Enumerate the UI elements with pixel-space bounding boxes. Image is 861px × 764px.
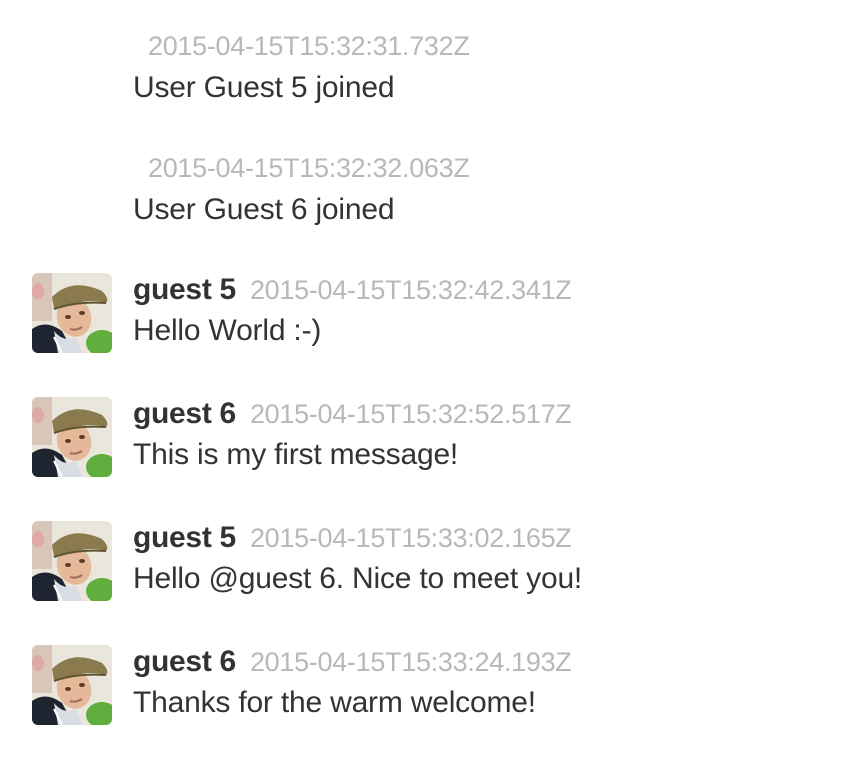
message-author[interactable]: guest 6 — [133, 397, 236, 430]
user-avatar-icon[interactable] — [32, 273, 112, 353]
system-message-text: User Guest 5 joined — [133, 71, 395, 104]
chat-message: guest 6 2015-04-15T15:33:24.193Z Thanks f… — [32, 645, 852, 727]
user-avatar-icon[interactable] — [32, 397, 112, 477]
message-timestamp: 2015-04-15T15:33:24.193Z — [249, 647, 572, 677]
message-text: Hello @guest 6. Nice to meet you! — [133, 562, 583, 595]
chat-message-body: guest 5 2015-04-15T15:33:02.165Z Hello @g… — [133, 521, 582, 597]
system-message-text: User Guest 6 joined — [133, 193, 395, 226]
message-timestamp: 2015-04-15T15:33:02.165Z — [249, 523, 572, 553]
message-timestamp: 2015-04-15T15:32:52.517Z — [249, 399, 572, 429]
chat-message: guest 6 2015-04-15T15:32:52.517Z This is … — [32, 397, 852, 479]
chat-message-header: guest 6 2015-04-15T15:33:24.193Z — [133, 645, 572, 679]
message-text: Hello World :-) — [133, 314, 322, 347]
chat-message: guest 5 2015-04-15T15:33:02.165Z Hello @g… — [32, 521, 852, 603]
system-message: 2015-04-15T15:32:32.063Z User Guest 6 jo… — [133, 152, 470, 228]
chat-message-body: guest 5 2015-04-15T15:32:42.341Z Hello Wo… — [133, 273, 572, 349]
system-message-timestamp: 2015-04-15T15:32:31.732Z — [148, 31, 470, 61]
message-text: This is my first message! — [133, 438, 459, 471]
chat-message-body: guest 6 2015-04-15T15:33:24.193Z Thanks f… — [133, 645, 572, 721]
message-timestamp: 2015-04-15T15:32:42.341Z — [249, 275, 572, 305]
user-avatar-icon[interactable] — [32, 521, 112, 601]
message-author[interactable]: guest 5 — [133, 521, 236, 554]
chat-message-header: guest 5 2015-04-15T15:32:42.341Z — [133, 273, 572, 307]
message-author[interactable]: guest 6 — [133, 645, 236, 678]
message-author[interactable]: guest 5 — [133, 273, 236, 306]
chat-message-body: guest 6 2015-04-15T15:32:52.517Z This is … — [133, 397, 572, 473]
chat-message-header: guest 5 2015-04-15T15:33:02.165Z — [133, 521, 582, 555]
chat-message-header: guest 6 2015-04-15T15:32:52.517Z — [133, 397, 572, 431]
system-message-timestamp: 2015-04-15T15:32:32.063Z — [148, 153, 470, 183]
user-avatar-icon[interactable] — [32, 645, 112, 725]
chat-message: guest 5 2015-04-15T15:32:42.341Z Hello Wo… — [32, 273, 852, 355]
message-text: Thanks for the warm welcome! — [133, 686, 536, 719]
system-message: 2015-04-15T15:32:31.732Z User Guest 5 jo… — [133, 30, 470, 106]
